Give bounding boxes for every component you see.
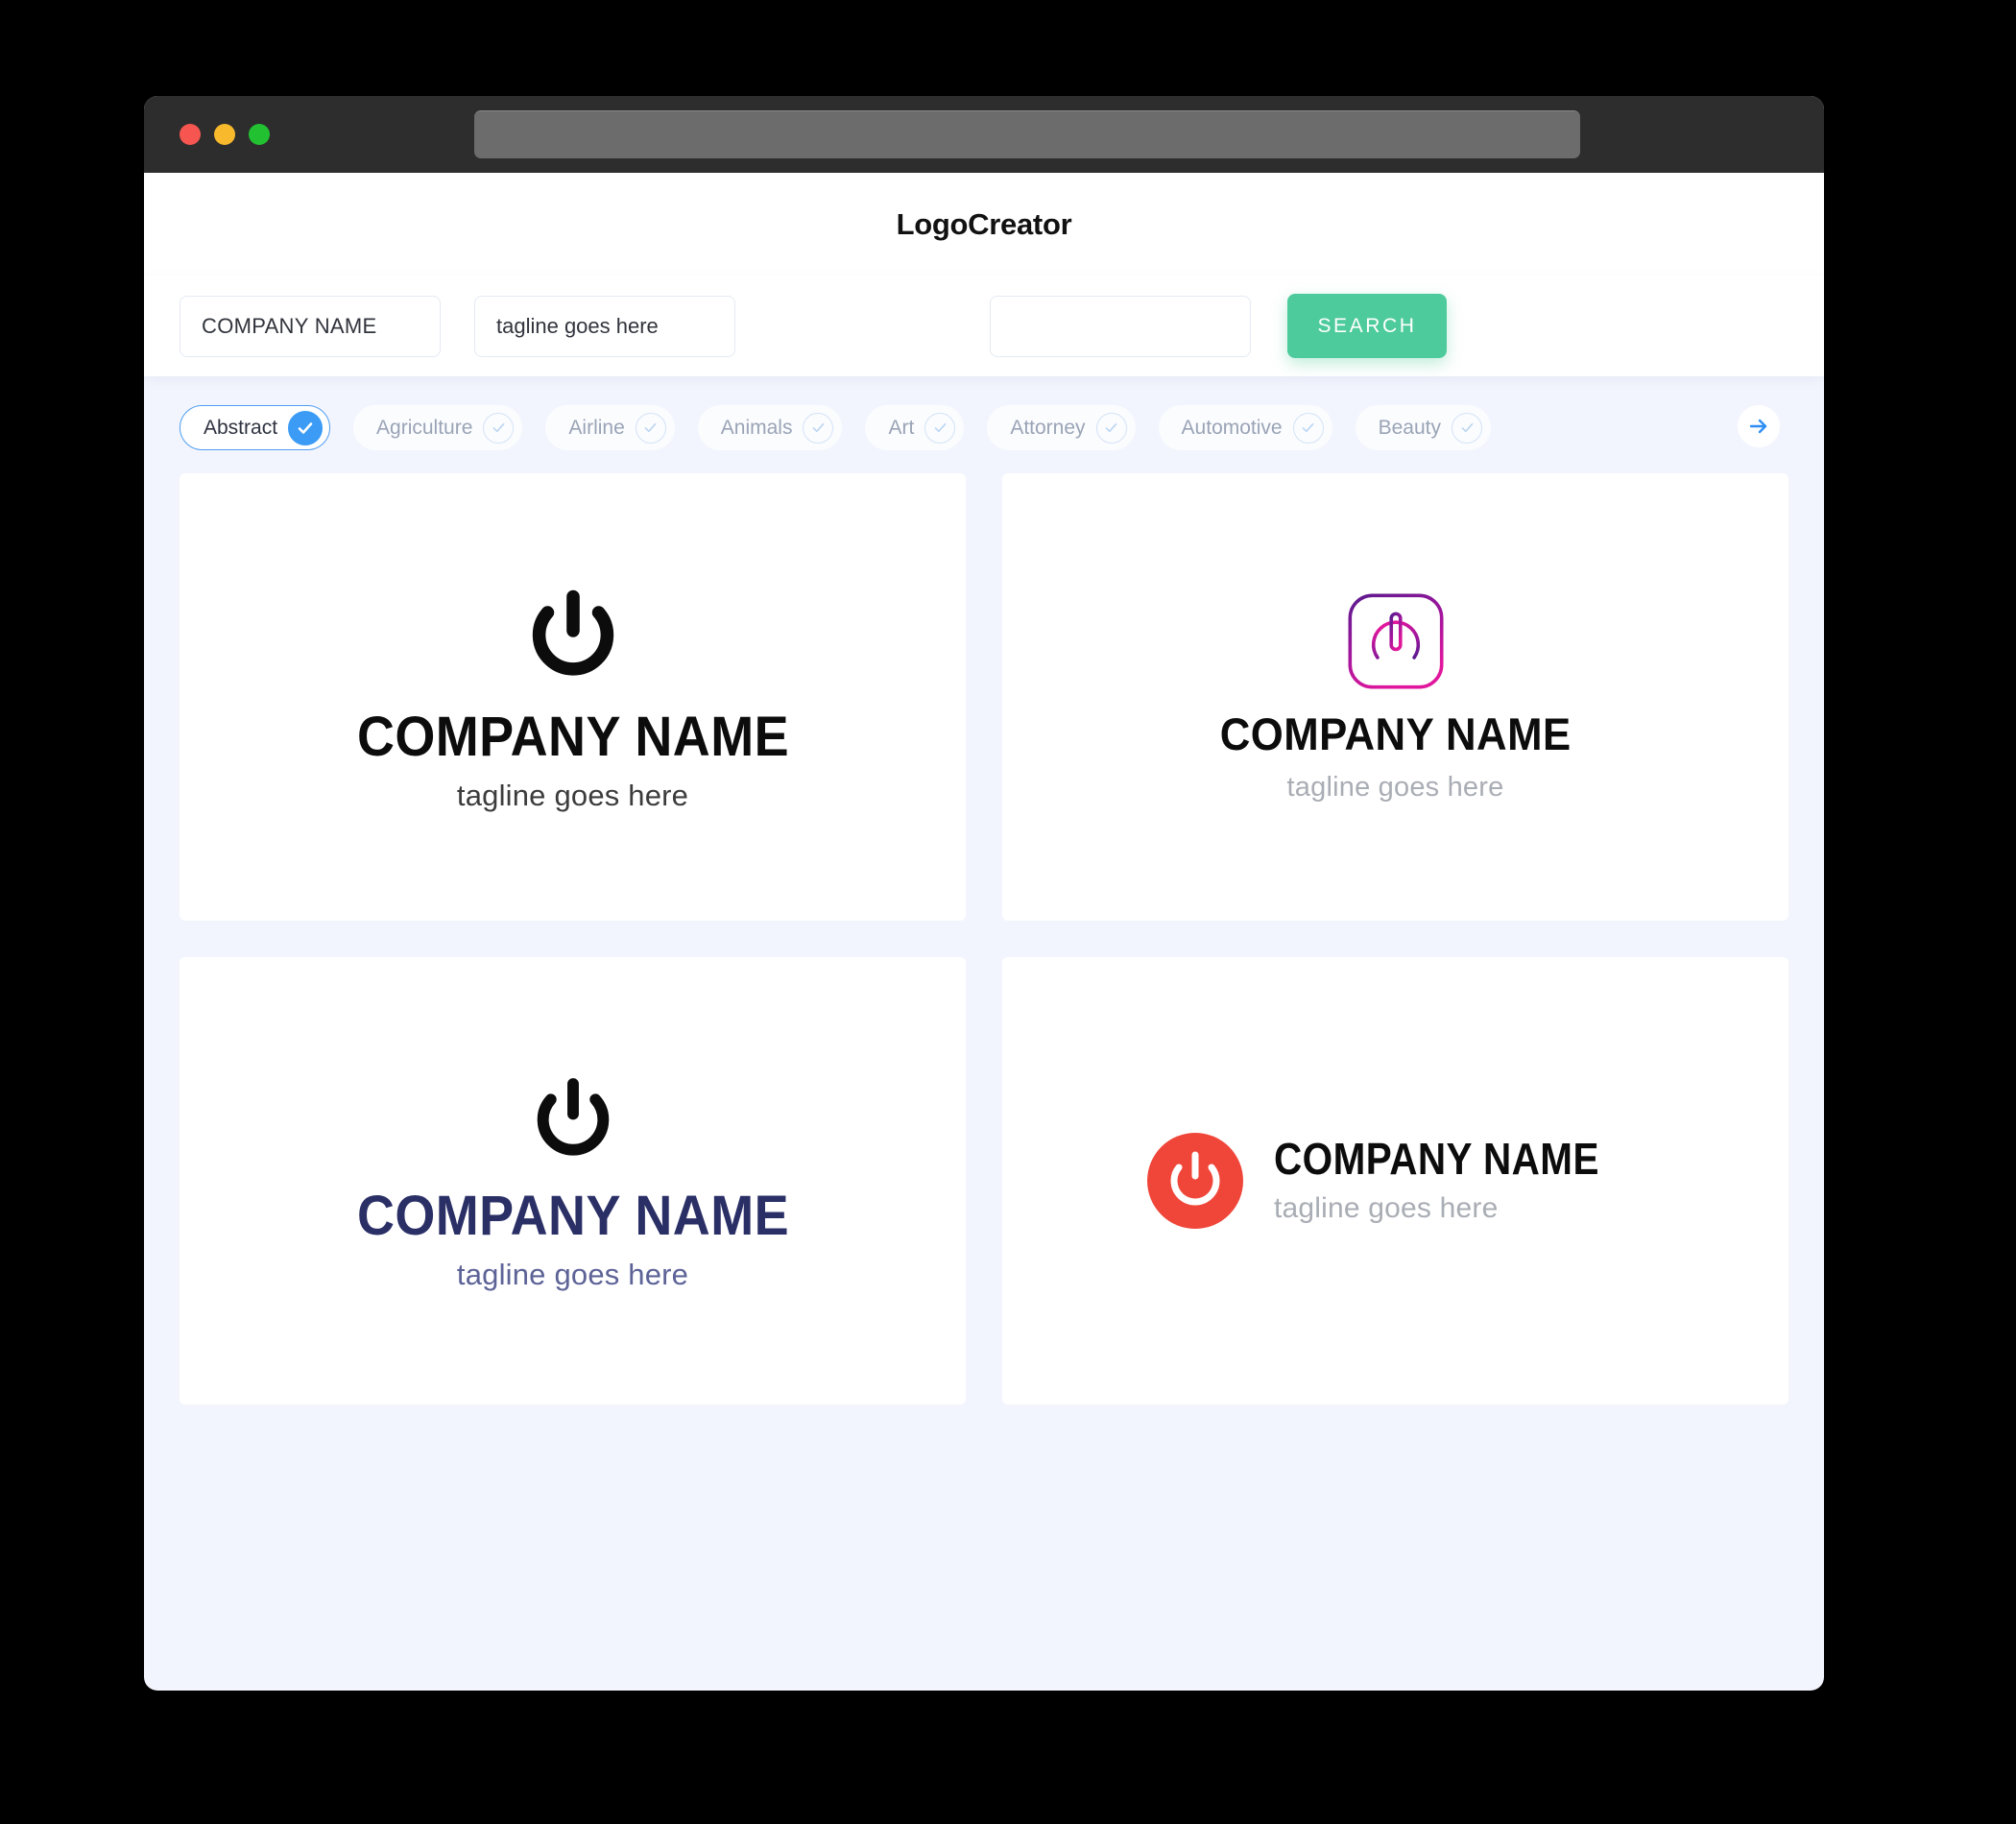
check-icon [924, 412, 956, 444]
power-icon [537, 1078, 609, 1156]
logo-preview: COMPANY NAME tagline goes here [341, 1069, 805, 1292]
check-icon [1095, 412, 1127, 444]
check-icon [1452, 412, 1482, 444]
power-icon-rounded-square [1347, 593, 1444, 689]
category-chip-label: Automotive [1181, 416, 1283, 439]
category-chip-label: Art [888, 416, 915, 439]
check-icon [288, 410, 324, 445]
category-chip-animals[interactable]: Animals [697, 405, 843, 450]
category-chip-agriculture[interactable]: Agriculture [353, 405, 523, 450]
company-name-input[interactable]: COMPANY NAME [180, 295, 441, 357]
power-icon-filled-circle [1146, 1133, 1243, 1229]
logo-card-2[interactable]: COMPANY NAME tagline goes here [1002, 473, 1788, 921]
logo-card-3[interactable]: COMPANY NAME tagline goes here [180, 957, 966, 1404]
close-window-button[interactable] [180, 124, 201, 145]
category-chip-attorney[interactable]: Attorney [987, 405, 1136, 450]
logo-tagline: tagline goes here [1273, 1192, 1499, 1224]
logo-company-name: COMPANY NAME [1273, 1134, 1599, 1184]
window-traffic-lights [180, 124, 270, 145]
check-icon [635, 412, 666, 444]
logo-company-name: COMPANY NAME [356, 706, 789, 768]
check-icon [1292, 412, 1324, 444]
category-chip-airline[interactable]: Airline [545, 405, 675, 450]
app-header: LogoCreator [144, 173, 1824, 276]
category-chip-label: Agriculture [376, 416, 473, 439]
category-chip-beauty[interactable]: Beauty [1355, 405, 1491, 450]
logo-company-name: COMPANY NAME [356, 1185, 789, 1247]
logo-results-grid: COMPANY NAME tagline goes here COMPANY N… [144, 473, 1824, 1404]
categories-next-button[interactable] [1738, 405, 1780, 447]
logo-preview: COMPANY NAME tagline goes here [1207, 590, 1584, 804]
logo-tagline: tagline goes here [456, 1258, 689, 1291]
check-icon [803, 412, 834, 444]
page-title: LogoCreator [896, 206, 1072, 241]
maximize-window-button[interactable] [249, 124, 270, 145]
minimize-window-button[interactable] [214, 124, 235, 145]
logo-tagline: tagline goes here [1286, 772, 1504, 803]
logo-company-name: COMPANY NAME [1219, 708, 1572, 759]
tagline-input[interactable]: tagline goes here [474, 295, 735, 357]
category-chip-label: Attorney [1010, 416, 1086, 439]
logo-card-4[interactable]: COMPANY NAME tagline goes here [1002, 957, 1788, 1404]
category-chip-label: Airline [568, 416, 625, 439]
check-icon [483, 412, 515, 444]
category-chip-label: Animals [720, 416, 793, 439]
search-toolbar: COMPANY NAME tagline goes here SEARCH [144, 276, 1824, 376]
power-icon [532, 589, 613, 676]
category-chip-label: Abstract [204, 416, 278, 439]
category-chip-label: Beauty [1378, 416, 1441, 439]
category-chip-abstract[interactable]: Abstract [180, 405, 331, 450]
logo-card-1[interactable]: COMPANY NAME tagline goes here [180, 473, 966, 921]
browser-titlebar [144, 96, 1824, 173]
category-chip-automotive[interactable]: Automotive [1158, 405, 1332, 450]
logo-tagline: tagline goes here [456, 779, 689, 812]
arrow-right-icon [1749, 419, 1767, 434]
logo-preview: COMPANY NAME tagline goes here [1146, 1133, 1644, 1229]
category-chip-art[interactable]: Art [865, 405, 965, 450]
category-filter-bar: Abstract Agriculture Airline Animals Art [144, 376, 1824, 473]
browser-window: LogoCreator COMPANY NAME tagline goes he… [144, 96, 1824, 1691]
url-bar[interactable] [474, 110, 1580, 158]
logo-preview: COMPANY NAME tagline goes here [341, 581, 805, 813]
search-button[interactable]: SEARCH [1287, 294, 1447, 358]
keyword-input[interactable] [990, 295, 1251, 357]
